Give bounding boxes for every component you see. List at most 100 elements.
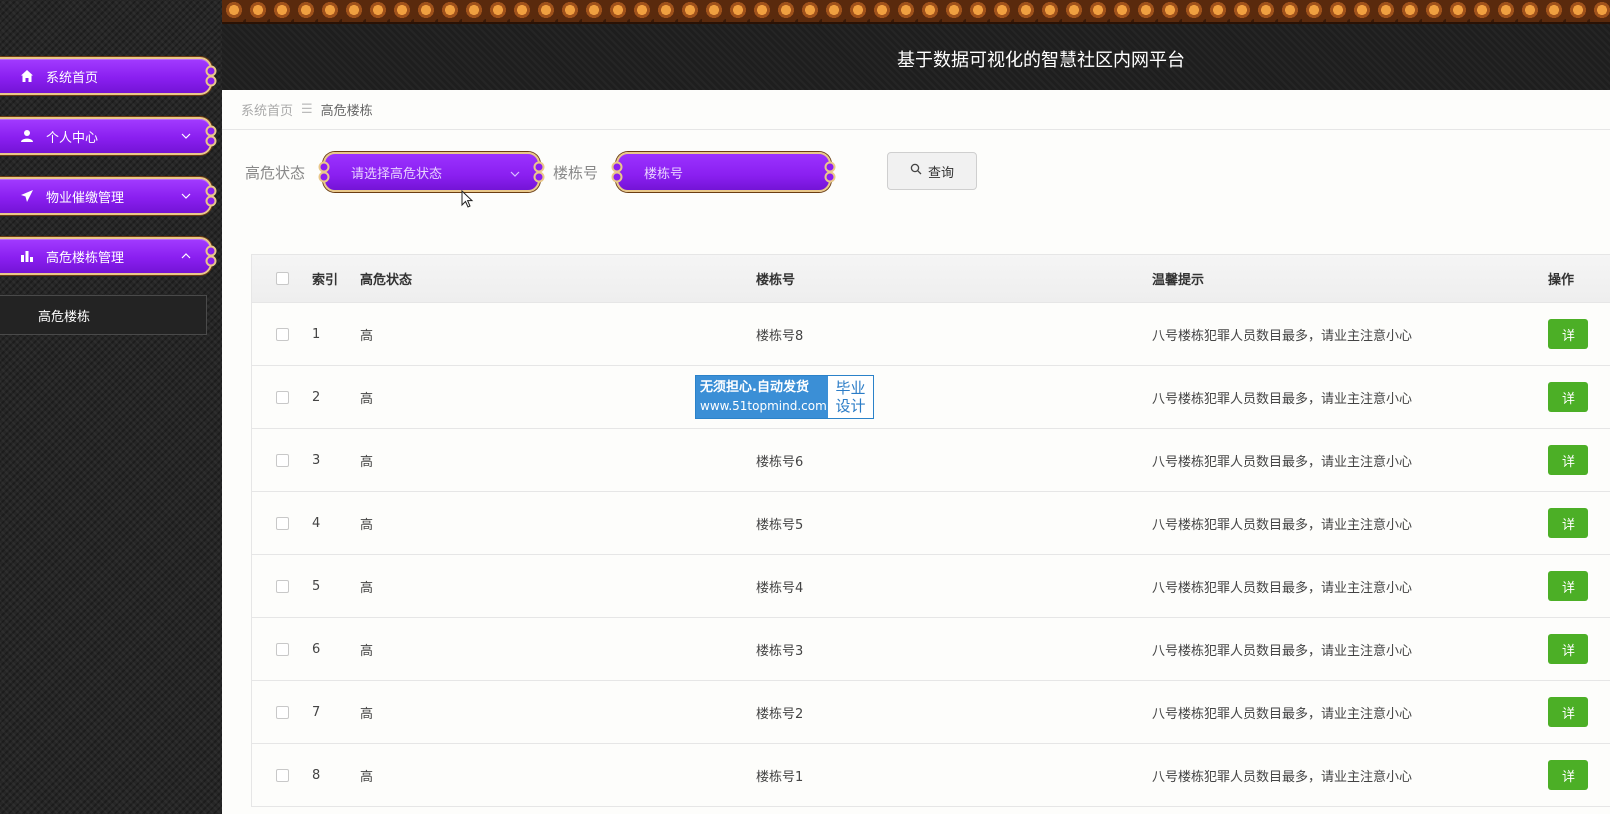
cell-tip: 八号楼栋犯罪人员数目最多，请业主注意小心: [1152, 580, 1413, 596]
cell-index: 4: [312, 515, 321, 531]
cell-building: 楼栋号6: [756, 454, 804, 470]
cell-state: 高: [360, 454, 374, 470]
ornament-knot-icon: [533, 161, 545, 183]
row-checkbox[interactable]: [275, 327, 289, 341]
ornament-knot-icon: [824, 161, 836, 183]
detail-button[interactable]: 详: [1548, 634, 1588, 664]
header-index: 索引: [312, 273, 339, 288]
ornament-knot-icon: [318, 161, 330, 183]
row-checkbox[interactable]: [275, 453, 289, 467]
table-row: 2 高八号楼栋犯罪人员数目最多，请业主注意小心详: [252, 366, 1610, 429]
sidebar-item-home[interactable]: 系统首页: [0, 57, 217, 95]
header-tip: 温馨提示: [1152, 273, 1205, 288]
breadcrumb-home[interactable]: 系统首页: [241, 100, 293, 119]
chevron-down-icon: [180, 133, 192, 139]
ornament-knot-icon: [205, 65, 217, 87]
sidebar-item-label: 物业催缴管理: [46, 190, 125, 206]
detail-button[interactable]: 详: [1548, 382, 1588, 412]
cell-index: 3: [312, 452, 321, 468]
cell-state: 高: [360, 517, 374, 533]
cell-tip: 八号楼栋犯罪人员数目最多，请业主注意小心: [1152, 328, 1413, 344]
query-button[interactable]: 查询: [887, 152, 977, 190]
watermark-right2: 设计: [835, 397, 866, 415]
table-row: 8 高 楼栋号1 八号楼栋犯罪人员数目最多，请业主注意小心 详: [252, 744, 1610, 807]
cell-index: 2: [312, 389, 321, 405]
table-row: 5 高 楼栋号4 八号楼栋犯罪人员数目最多，请业主注意小心 详: [252, 555, 1610, 618]
cell-building: 楼栋号3: [756, 643, 804, 659]
row-checkbox[interactable]: [275, 768, 289, 782]
cell-state: 高: [360, 769, 374, 785]
detail-button[interactable]: 详: [1548, 508, 1588, 538]
sidebar-item-high-risk-buildings[interactable]: 高危楼栋管理: [0, 237, 217, 275]
row-checkbox[interactable]: [275, 642, 289, 656]
cell-tip: 八号楼栋犯罪人员数目最多，请业主注意小心: [1152, 643, 1413, 659]
sidebar-item-label: 系统首页: [46, 70, 99, 86]
detail-button[interactable]: 详: [1548, 571, 1588, 601]
header: 基于数据可视化的智慧社区内网平台: [222, 0, 1610, 90]
cell-tip: 八号楼栋犯罪人员数目最多，请业主注意小心: [1152, 706, 1413, 722]
building-label: 楼栋号: [553, 164, 599, 182]
query-button-label: 查询: [927, 165, 954, 181]
cell-tip: 八号楼栋犯罪人员数目最多，请业主注意小心: [1152, 517, 1413, 533]
watermark-right1: 毕业: [835, 379, 866, 397]
cell-building: 楼栋号8: [756, 328, 804, 344]
chevron-down-icon: [180, 193, 192, 199]
cell-building: 楼栋号1: [756, 769, 804, 785]
table-header: 索引 高危状态 楼栋号 温馨提示 操作: [252, 255, 1610, 303]
detail-button[interactable]: 详: [1548, 760, 1588, 790]
cell-index: 6: [312, 641, 321, 657]
row-checkbox[interactable]: [275, 705, 289, 719]
ornament-knot-icon: [611, 161, 623, 183]
cell-state: 高: [360, 706, 374, 722]
chevron-up-icon: [180, 253, 192, 259]
table-row: 7 高 楼栋号2 八号楼栋犯罪人员数目最多，请业主注意小心 详: [252, 681, 1610, 744]
detail-button[interactable]: 详: [1548, 319, 1588, 349]
watermark-banner: 无须担心.自动发货 www.51topmind.com 毕业 设计: [695, 375, 874, 419]
cell-state: 高: [360, 643, 374, 659]
table-row: 3 高 楼栋号6 八号楼栋犯罪人员数目最多，请业主注意小心 详: [252, 429, 1610, 492]
row-checkbox[interactable]: [275, 390, 289, 404]
cell-building: 楼栋号2: [756, 706, 804, 722]
state-select[interactable]: 请选择高危状态: [318, 152, 545, 192]
mouse-cursor-icon: [461, 190, 474, 208]
search-icon: [910, 163, 922, 179]
cell-building: 楼栋号4: [756, 580, 804, 596]
cell-index: 7: [312, 704, 321, 720]
state-select-placeholder: 请选择高危状态: [351, 166, 443, 182]
cell-tip: 八号楼栋犯罪人员数目最多，请业主注意小心: [1152, 391, 1413, 407]
sidebar-item-personal-center[interactable]: 个人中心: [0, 117, 217, 155]
breadcrumb: 系统首页 ☰ 高危楼栋: [222, 90, 1610, 130]
header-state: 高危状态: [360, 273, 413, 288]
chevron-down-icon: [510, 166, 520, 181]
row-checkbox[interactable]: [275, 579, 289, 593]
home-icon: [18, 67, 36, 85]
breadcrumb-current: 高危楼栋: [320, 104, 373, 119]
ornament-knot-icon: [205, 125, 217, 147]
state-label: 高危状态: [245, 164, 306, 182]
sidebar-subitem-high-risk-building[interactable]: 高危楼栋: [0, 295, 207, 335]
sidebar: 系统首页 个人中心 物业催缴管理 高危楼栋管理 高危楼栋: [0, 0, 222, 814]
cell-tip: 八号楼栋犯罪人员数目最多，请业主注意小心: [1152, 454, 1413, 470]
watermark-line2: www.51topmind.com: [700, 399, 827, 413]
user-icon: [18, 127, 36, 145]
bar-chart-icon: [18, 247, 36, 265]
table-body: 1 高楼栋号8 八号楼栋犯罪人员数目最多，请业主注意小心详 2 高八号楼栋犯罪人员数目最…: [252, 303, 1610, 807]
building-input[interactable]: 楼栋号: [611, 152, 836, 192]
sidebar-item-label: 高危楼栋管理: [46, 250, 125, 266]
detail-button[interactable]: 详: [1548, 445, 1588, 475]
row-checkbox[interactable]: [275, 516, 289, 530]
main-content: 系统首页 ☰ 高危楼栋 高危状态 请选择高危状态 楼栋号 楼栋号 查询 索引 高…: [222, 90, 1610, 814]
data-table: 索引 高危状态 楼栋号 温馨提示 操作 1 高楼栋号8 八号楼栋犯罪人员数目最多，请…: [251, 254, 1610, 807]
building-input-placeholder: 楼栋号: [644, 166, 684, 182]
select-all-checkbox[interactable]: [275, 272, 289, 285]
cell-state: 高: [360, 328, 374, 344]
table-row: 1 高 楼栋号8 八号楼栋犯罪人员数目最多，请业主注意小心 详: [252, 303, 1610, 366]
cell-building: 楼栋号5: [756, 517, 804, 533]
table-row: 4 高 楼栋号5 八号楼栋犯罪人员数目最多，请业主注意小心 详: [252, 492, 1610, 555]
watermark-line1: 无须担心.自动发货: [700, 380, 809, 395]
sidebar-item-property-dues[interactable]: 物业催缴管理: [0, 177, 217, 215]
header-building: 楼栋号: [756, 273, 796, 288]
detail-button[interactable]: 详: [1548, 697, 1588, 727]
cell-state: 高: [360, 580, 374, 596]
ornament-knot-icon: [205, 185, 217, 207]
